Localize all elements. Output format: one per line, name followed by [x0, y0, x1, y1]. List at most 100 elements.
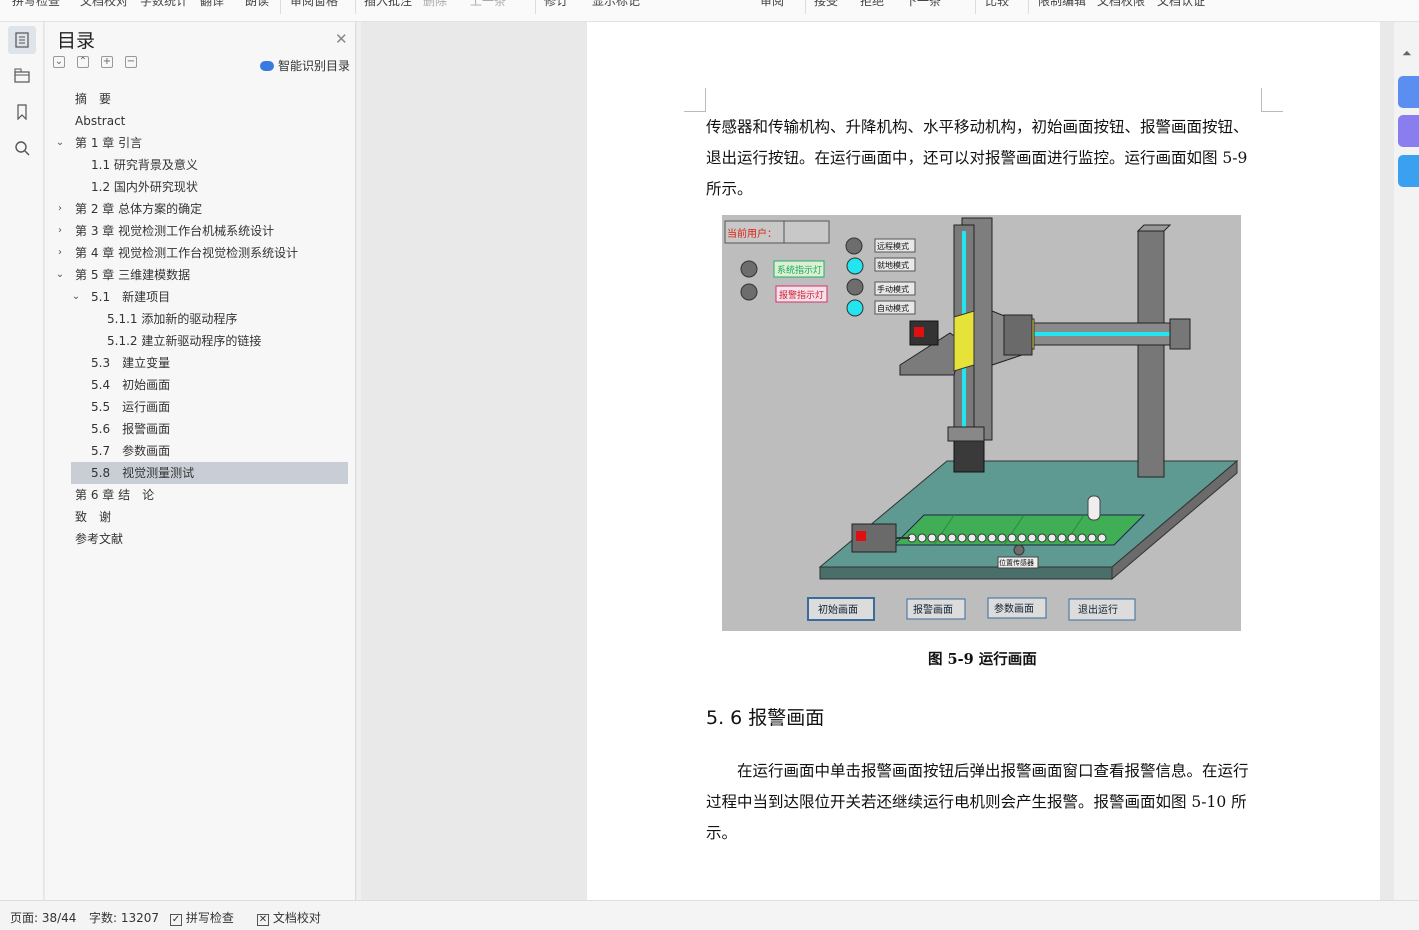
ai-assist-icon[interactable] — [1398, 76, 1419, 108]
margin-mark-right — [1261, 88, 1283, 112]
paragraph-1[interactable]: 传感器和传输机构、升降机构、水平移动机构，初始画面按钮、报警画面按钮、 退出运行… — [706, 112, 1262, 205]
toc-item[interactable]: 致 谢 — [71, 506, 348, 528]
toc-item[interactable]: 5.6 报警画面 — [71, 418, 348, 440]
paragraph-2-line: 过程中当到达限位开关若还继续运行电机则会产生报警。报警画面如图 5-10 所 — [706, 793, 1247, 811]
toc-item[interactable]: 摘 要 — [71, 88, 348, 110]
close-icon[interactable]: ✕ — [335, 30, 348, 48]
page-counter[interactable]: 页面: 38/44 — [10, 909, 76, 926]
toc-item[interactable]: 5.1.2 建立新驱动程序的链接 — [71, 330, 348, 352]
review-button[interactable]: 审阅 — [760, 0, 784, 9]
toc-item[interactable]: 5.1.1 添加新的驱动程序 — [71, 308, 348, 330]
system-light-indicator — [740, 260, 758, 278]
local-mode-indicator — [846, 257, 864, 275]
comment-pane-button[interactable]: 审阅窗格 — [290, 0, 338, 9]
reject-button[interactable]: 拒绝 — [860, 0, 884, 9]
toc-icon — [15, 32, 29, 48]
toc-item[interactable]: ⌄ 第 1 章 引言 — [56, 132, 348, 154]
toc-item[interactable]: ⌄ 5.1 新建项目 — [71, 286, 348, 308]
collapse-down-icon[interactable]: ⌄ — [53, 56, 65, 68]
toc-item[interactable]: 5.8 视觉测量测试 — [71, 462, 348, 484]
next-change-button[interactable]: 下一条 — [905, 0, 941, 9]
read-aloud-button[interactable]: 朗读 — [245, 0, 269, 9]
paragraph-1-line: 传感器和传输机构、升降机构、水平移动机构，初始画面按钮、报警画面按钮、 — [706, 118, 1249, 136]
toc-item[interactable]: 5.3 建立变量 — [71, 352, 348, 374]
compare-button[interactable]: 比较 — [985, 0, 1009, 9]
remote-mode-label: 远程模式 — [877, 241, 909, 251]
expand-all-icon[interactable]: + — [101, 56, 113, 68]
paragraph-2[interactable]: 在运行画面中单击报警画面按钮后弹出报警画面窗口查看报警信息。在运行 过程中当到达… — [706, 756, 1262, 849]
toc-rail-button[interactable] — [8, 26, 36, 54]
toc-panel: 目录 ✕ ⌄ ⌃ + − 智能识别目录 摘 要 Abstract ⌄ 第 1 章 引言… — [45, 22, 356, 900]
toc-item-label: 5.1.1 添加新的驱动程序 — [107, 312, 238, 326]
chevron-down-icon[interactable]: ⌄ — [55, 264, 65, 286]
doc-proof-status-label: 文档校对 — [272, 911, 321, 925]
doc-permission-button[interactable]: 文档权限 — [1097, 0, 1145, 9]
toc-item-label: 1.2 国内外研究现状 — [91, 180, 198, 194]
toc-item[interactable]: 5.4 初始画面 — [71, 374, 348, 396]
chevron-right-icon[interactable]: › — [55, 220, 65, 242]
doc-proof-status[interactable]: ✕ 文档校对 — [257, 909, 321, 926]
initial-screen-button[interactable]: 初始画面 — [807, 597, 875, 621]
chevron-down-icon[interactable]: ⌄ — [71, 286, 81, 308]
toc-item[interactable]: › 第 3 章 视觉检测工作台机械系统设计 — [58, 220, 348, 242]
spell-check-button[interactable]: 拼写检查 — [12, 0, 60, 9]
show-markup-button[interactable]: 显示标记 — [592, 0, 640, 9]
toc-item-label: 第 5 章 三维建模数据 — [75, 268, 191, 282]
search-rail-button[interactable] — [8, 134, 36, 162]
manual-mode-indicator — [846, 278, 864, 296]
chapter-rail-button[interactable] — [8, 62, 36, 90]
bookmark-rail-button[interactable] — [8, 98, 36, 126]
right-side-panel: ⏶ — [1394, 22, 1419, 900]
alarm-screen-button[interactable]: 报警画面 — [906, 598, 966, 620]
collapse-up-icon[interactable]: ⌃ — [77, 56, 89, 68]
ai-icon — [260, 60, 274, 71]
toc-item[interactable]: › 第 2 章 总体方案的确定 — [58, 198, 348, 220]
word-count-button[interactable]: 字数统计 — [140, 0, 188, 9]
smart-toc-button[interactable]: 智能识别目录 — [260, 57, 350, 74]
toc-item-label: 第 1 章 引言 — [75, 136, 143, 150]
translate-button[interactable]: 翻译 — [200, 0, 224, 9]
delete-comment-button[interactable]: 删除 — [423, 0, 447, 9]
chevron-down-icon[interactable]: ⌄ — [55, 132, 65, 154]
toc-item-label: 5.8 视觉测量测试 — [91, 466, 195, 480]
insert-comment-button[interactable]: 插入批注 — [364, 0, 412, 9]
word-counter[interactable]: 字数: 13207 — [89, 909, 159, 926]
chevron-right-icon[interactable]: › — [55, 242, 65, 264]
toc-item[interactable]: Abstract — [71, 110, 348, 132]
doc-certify-button[interactable]: 文档认证 — [1157, 0, 1205, 9]
toc-item-label: 5.1 新建项目 — [91, 290, 171, 304]
toc-item[interactable]: 第 6 章 结 论 — [71, 484, 348, 506]
exit-run-button[interactable]: 退出运行 — [1068, 598, 1136, 621]
panel-divider[interactable] — [357, 22, 361, 900]
parameter-screen-button-label: 参数画面 — [994, 602, 1034, 615]
run-screen-figure[interactable]: 当前用户： 系统指示灯 报警指示灯 远程模式 就地模式 手动模式 自动模式 位置… — [722, 215, 1241, 631]
spell-check-status[interactable]: ✓ 拼写检查 — [170, 909, 234, 926]
toc-item[interactable]: 参考文献 — [71, 528, 348, 550]
toc-item[interactable]: 1.2 国内外研究现状 — [71, 176, 348, 198]
doc-tool-icon[interactable] — [1398, 115, 1419, 147]
toc-item[interactable]: › 第 4 章 视觉检测工作台视觉检测系统设计 — [58, 242, 348, 264]
collapse-up-icon[interactable]: ⏶ — [1402, 46, 1412, 61]
collapse-all-icon[interactable]: − — [125, 56, 137, 68]
toc-item-label: 致 谢 — [75, 510, 112, 524]
remote-mode-indicator — [845, 237, 863, 255]
ribbon-toolbar: 拼写检查 文档校对 字数统计 翻译 朗读 审阅窗格 插入批注 删除 上一条 修订… — [0, 0, 1419, 22]
chevron-right-icon[interactable]: › — [55, 198, 65, 220]
parameter-screen-button[interactable]: 参数画面 — [987, 597, 1047, 619]
toc-item[interactable]: 5.5 运行画面 — [71, 396, 348, 418]
toc-item-label: 第 3 章 视觉检测工作台机械系统设计 — [75, 224, 275, 238]
toc-list: 摘 要 Abstract ⌄ 第 1 章 引言 1.1 研究背景及意义 1.2 国内外研究… — [56, 88, 348, 550]
alarm-light-label: 报警指示灯 — [779, 289, 824, 301]
toc-item[interactable]: ⌄ 第 5 章 三维建模数据 — [56, 264, 348, 286]
nav-rail — [0, 22, 44, 900]
toc-item-label: 1.1 研究背景及意义 — [91, 158, 198, 172]
toc-item-label: 第 4 章 视觉检测工作台视觉检测系统设计 — [75, 246, 299, 260]
prev-comment-button[interactable]: 上一条 — [470, 0, 506, 9]
accept-button[interactable]: 接受 — [814, 0, 838, 9]
toc-item[interactable]: 1.1 研究背景及意义 — [71, 154, 348, 176]
restrict-editing-button[interactable]: 限制编辑 — [1038, 0, 1086, 9]
track-changes-button[interactable]: 修订 — [544, 0, 568, 9]
edit-tool-icon[interactable] — [1398, 155, 1419, 187]
toc-item[interactable]: 5.7 参数画面 — [71, 440, 348, 462]
doc-proof-button[interactable]: 文档校对 — [80, 0, 128, 9]
